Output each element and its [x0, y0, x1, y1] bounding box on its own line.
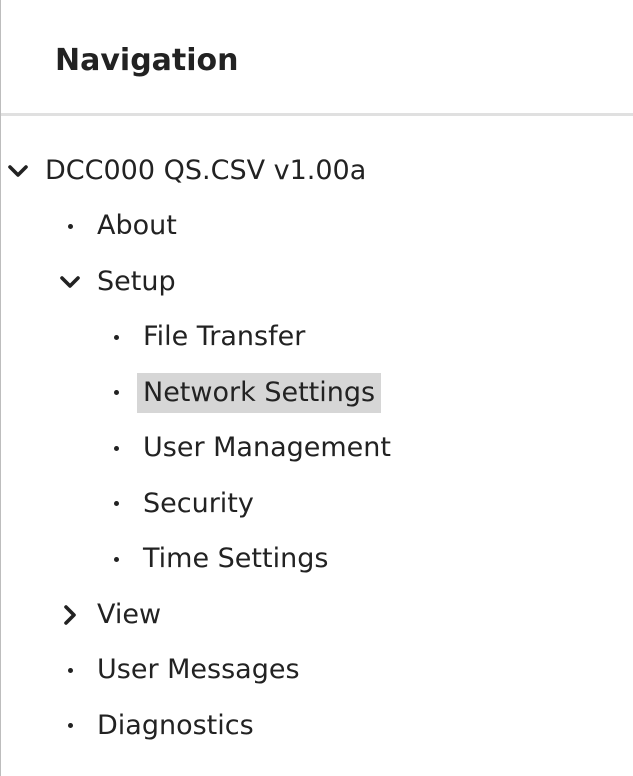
tree-item-diagnostics-label[interactable]: Diagnostics: [91, 706, 260, 746]
navigation-panel: Navigation DCC000 QS.CSV v1.00a About Se…: [0, 0, 633, 776]
tree-item-user-messages-label[interactable]: User Messages: [91, 650, 306, 690]
tree-item-time-settings-label[interactable]: Time Settings: [137, 539, 334, 579]
bullet-icon: [105, 548, 127, 570]
bullet-icon: [105, 437, 127, 459]
tree-item-about-label[interactable]: About: [91, 206, 183, 246]
bullet-icon: [59, 715, 81, 737]
navigation-title: Navigation: [55, 43, 239, 78]
tree-item-diagnostics[interactable]: Diagnostics: [1, 698, 633, 754]
bullet-icon: [105, 493, 127, 515]
tree-item-file-transfer[interactable]: File Transfer: [1, 310, 633, 366]
tree-item-user-management[interactable]: User Management: [1, 421, 633, 477]
tree-item-time-settings[interactable]: Time Settings: [1, 532, 633, 588]
tree-item-view[interactable]: View: [1, 587, 633, 643]
tree-item-network-settings-label[interactable]: Network Settings: [137, 372, 382, 413]
chevron-right-icon[interactable]: [59, 604, 81, 626]
tree-item-about[interactable]: About: [1, 199, 633, 255]
tree-item-security[interactable]: Security: [1, 476, 633, 532]
chevron-down-icon[interactable]: [7, 160, 29, 182]
tree-item-file-transfer-label[interactable]: File Transfer: [137, 317, 311, 357]
bullet-icon: [59, 659, 81, 681]
bullet-icon: [59, 215, 81, 237]
tree-item-view-label[interactable]: View: [91, 595, 167, 635]
bullet-icon: [105, 326, 127, 348]
tree-item-setup-label[interactable]: Setup: [91, 262, 182, 302]
tree-item-root-label[interactable]: DCC000 QS.CSV v1.00a: [39, 151, 372, 191]
tree-item-user-management-label[interactable]: User Management: [137, 428, 397, 468]
tree-item-root[interactable]: DCC000 QS.CSV v1.00a: [1, 143, 633, 199]
bullet-icon: [105, 382, 127, 404]
tree-item-user-messages[interactable]: User Messages: [1, 643, 633, 699]
tree-item-security-label[interactable]: Security: [137, 484, 260, 524]
navigation-header: Navigation: [1, 0, 633, 116]
tree-item-network-settings[interactable]: Network Settings: [1, 365, 633, 421]
navigation-tree: DCC000 QS.CSV v1.00a About Setup File Tr…: [1, 143, 633, 754]
chevron-down-icon[interactable]: [59, 271, 81, 293]
tree-item-setup[interactable]: Setup: [1, 254, 633, 310]
